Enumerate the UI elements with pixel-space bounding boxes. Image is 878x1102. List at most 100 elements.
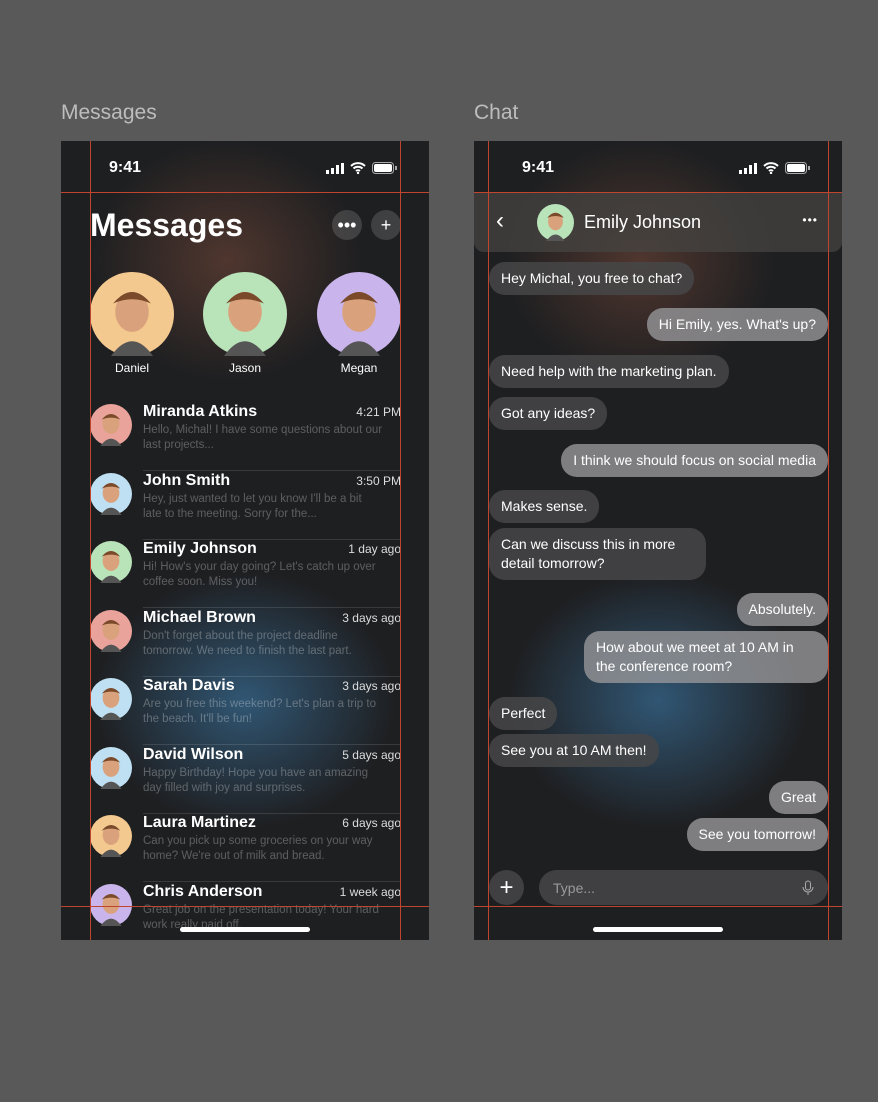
more-button[interactable]: ••• [332,210,362,240]
conversation-row[interactable]: Sarah Davis 3 days ago Are you free this w… [90,677,401,745]
status-bar: 9:41 [61,159,429,179]
conversation-row[interactable]: Laura Martinez 6 days ago Can you pick up … [90,814,401,882]
story-name: Megan [340,361,378,375]
sent-message-bubble: How about we meet at 10 AM in the confer… [584,631,828,683]
avatar [203,272,287,356]
chat-header: ‹ Emily Johnson ••• [474,193,842,252]
ellipsis-icon: ••• [337,214,357,235]
status-time: 9:41 [522,159,555,176]
avatar [90,746,132,789]
message-preview: Don't forget about the project deadline … [143,629,352,657]
avatar [90,472,132,515]
sent-message-bubble: Hi Emily, yes. What's up? [646,308,828,341]
battery-icon [785,162,810,174]
timestamp: 1 week ago [339,884,401,899]
guide-line [474,192,842,193]
plus-icon: + [380,214,392,235]
guide-line [488,141,489,940]
message-preview: Can you pick up some groceries on your w… [143,835,373,862]
message-preview: Are you free this weekend? Let's plan a … [143,698,376,725]
guide-line [61,906,429,907]
story-daniel[interactable]: Daniel [90,272,174,375]
received-message-bubble: Got any ideas? [489,397,608,430]
contact-name: Emily Johnson [143,540,257,557]
status-bar: 9:41 [474,159,842,179]
contact-name: Sarah Davis [143,677,235,694]
message-preview: Hi! How's your day going? Let's catch up… [143,561,376,588]
contact-name: Laura Martinez [143,814,256,831]
received-message-bubble: Makes sense. [489,490,600,523]
messages-screen: 9:41 Messages ••• + Daniel Jason Megan Mir… [61,141,429,940]
microphone-icon[interactable] [802,880,814,896]
memoji-avatar-icon [90,815,132,857]
contact-name: Michael Brown [143,608,256,626]
guide-line [400,141,401,940]
frame-label-chat: Chat [474,101,519,124]
memoji-avatar-icon [90,272,174,356]
received-message-bubble: See you at 10 AM then! [489,734,659,767]
wifi-icon [763,162,779,174]
signal-icon [326,162,344,174]
avatar [317,272,401,356]
contact-name: Emily Johnson [584,212,702,232]
story-name: Daniel [114,361,150,375]
sent-message-bubble: See you tomorrow! [686,818,828,851]
timestamp: 1 day ago [348,542,401,556]
memoji-avatar-icon [537,204,574,241]
contact-name: Miranda Atkins [143,403,258,420]
timestamp: 3 days ago [342,610,401,625]
received-message-bubble: Need help with the marketing plan. [489,355,729,388]
contact-name: Chris Anderson [143,882,263,900]
conversation-row[interactable]: Michael Brown 3 days ago Don't forget abou… [90,609,401,677]
contact-name: John Smith [143,471,231,489]
battery-icon [372,162,397,174]
story-name: Jason [228,361,262,375]
avatar [90,541,132,583]
more-button[interactable]: ••• [802,213,818,227]
status-time: 9:41 [109,159,142,176]
new-message-button[interactable]: + [371,210,401,240]
message-preview: Happy Birthday! Hope you have an amazing… [143,766,369,794]
conversation-row[interactable]: Emily Johnson 1 day ago Hi! How's your day… [90,540,401,608]
message-preview: Hello, Michal! I have some questions abo… [143,424,383,451]
chat-screen: ‹ Emily Johnson ••• 9:41 Hey Michal, you… [474,141,842,940]
memoji-avatar-icon [90,404,132,446]
timestamp: 5 days ago [342,747,401,762]
guide-line [61,192,429,193]
frame-label-messages: Messages [61,101,157,124]
story-megan[interactable]: Megan [317,272,401,375]
timestamp: 4:21 PM [356,405,401,419]
timestamp: 3 days ago [342,679,401,693]
conversation-row[interactable]: John Smith 3:50 PM Hey, just wanted to let… [90,472,401,540]
message-preview: Hey, just wanted to let you know I'll be… [143,492,362,520]
received-message-bubble: Perfect [489,697,558,730]
memoji-avatar-icon [317,272,401,356]
guide-line [90,141,91,940]
timestamp: 6 days ago [342,816,401,830]
received-message-bubble: Hey Michal, you free to chat? [489,262,695,295]
avatar [90,272,174,356]
avatar [90,609,132,652]
avatar [90,678,132,720]
home-indicator [180,927,310,932]
conversation-row[interactable]: Miranda Atkins 4:21 PM Hello, Michal! I ha… [90,403,401,471]
plus-icon: + [499,873,514,901]
message-input[interactable]: Type... [539,870,828,905]
contact-avatar [537,204,574,241]
home-indicator [593,927,723,932]
sent-message-bubble: I think we should focus on social media [561,444,828,477]
memoji-avatar-icon [203,272,287,356]
memoji-avatar-icon [90,541,132,583]
avatar [90,404,132,446]
conversation-row[interactable]: David Wilson 5 days ago Happy Birthday! Ho… [90,746,401,814]
guide-line [828,141,829,940]
attach-button[interactable]: + [489,870,524,905]
memoji-avatar-icon [90,472,132,515]
back-button[interactable]: ‹ [496,207,504,235]
memoji-avatar-icon [90,746,132,789]
page-title: Messages [90,207,243,243]
guide-line [474,906,842,907]
memoji-avatar-icon [90,883,132,926]
story-jason[interactable]: Jason [203,272,287,375]
wifi-icon [350,162,366,174]
